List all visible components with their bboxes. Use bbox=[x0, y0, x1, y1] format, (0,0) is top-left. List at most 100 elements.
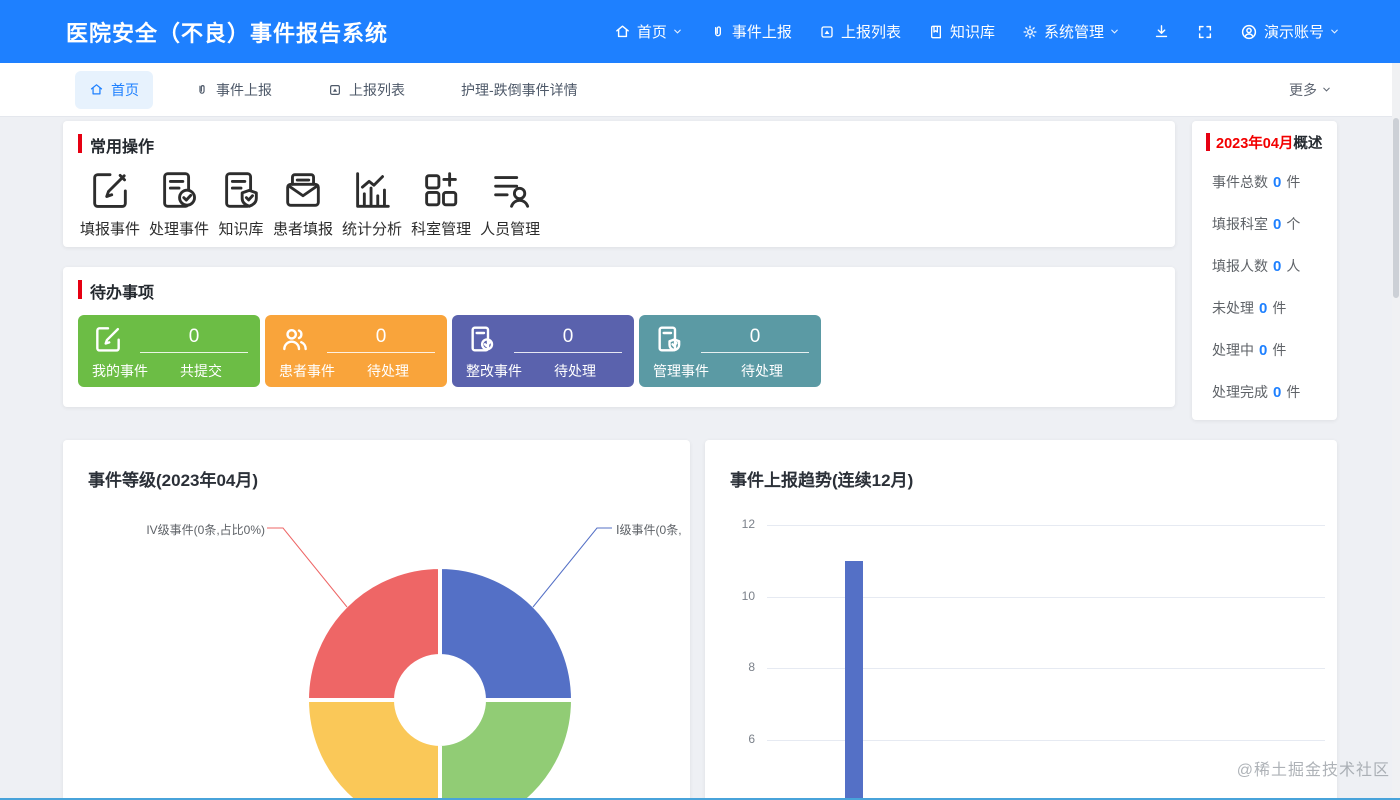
card-name: 我的事件 bbox=[92, 361, 154, 381]
event-level-donut-chart bbox=[63, 440, 690, 800]
card-top: 0 bbox=[92, 323, 248, 355]
chevron-down-icon bbox=[1109, 26, 1120, 37]
people-icon bbox=[279, 323, 311, 355]
card-top: 0 bbox=[466, 323, 622, 355]
todo-cards: 0 我的事件 共提交 0 患者事件 待处理 0 整改事件 bbox=[78, 315, 1160, 387]
tab-report-list[interactable]: 上报列表 bbox=[314, 71, 419, 109]
stat-row: 填报科室0个 bbox=[1212, 203, 1337, 245]
header-nav: 首页 事件上报 上报列表 知识库 系统管理 演示账号 bbox=[614, 0, 1340, 63]
scrollbar-thumb[interactable] bbox=[1393, 118, 1399, 298]
nav-item-report-list[interactable]: 上报列表 bbox=[819, 21, 901, 42]
pie-label-iv: IV级事件(0条,占比0%) bbox=[146, 521, 265, 538]
tabs-more-button[interactable]: 更多 bbox=[1289, 80, 1332, 100]
app-header: 医院安全（不良）事件报告系统 首页 事件上报 上报列表 知识库 系统管理 bbox=[0, 0, 1400, 63]
doc-check-icon bbox=[156, 167, 202, 213]
quick-item-department[interactable]: 科室管理 bbox=[411, 167, 471, 239]
tab-label: 首页 bbox=[111, 80, 139, 100]
tab-report-event[interactable]: 事件上报 bbox=[181, 71, 286, 109]
card-count: 0 bbox=[140, 326, 248, 353]
quick-item-fill-event[interactable]: 填报事件 bbox=[80, 167, 140, 239]
nav-item-home[interactable]: 首页 bbox=[614, 21, 683, 42]
y-axis-tick: 10 bbox=[721, 589, 755, 603]
nav-item-report-event[interactable]: 事件上报 bbox=[710, 21, 792, 42]
quick-item-personnel[interactable]: 人员管理 bbox=[480, 167, 540, 239]
trend-chart-panel: 事件上报趋势(连续12月) 12 10 8 6 bbox=[705, 440, 1337, 800]
todo-card-manage-events[interactable]: 0 管理事件 待处理 bbox=[639, 315, 821, 387]
tab-bar: 首页 事件上报 上报列表 护理-跌倒事件详情 更多 bbox=[0, 63, 1400, 117]
todo-card-my-events[interactable]: 0 我的事件 共提交 bbox=[78, 315, 260, 387]
quick-item-statistics[interactable]: 统计分析 bbox=[342, 167, 402, 239]
summary-stats: 事件总数0件 填报科室0个 填报人数0人 未处理0件 处理中0件 处理完成0件 bbox=[1212, 161, 1337, 413]
card-bottom: 患者事件 待处理 bbox=[279, 361, 435, 381]
tab-nursing-fall-detail[interactable]: 护理-跌倒事件详情 bbox=[447, 71, 592, 109]
scrollbar-track[interactable] bbox=[1392, 63, 1400, 800]
account-label: 演示账号 bbox=[1264, 21, 1324, 42]
bar-chart-title: 事件上报趋势(连续12月) bbox=[730, 466, 913, 491]
tab-label: 事件上报 bbox=[216, 80, 272, 100]
stat-row: 未处理0件 bbox=[1212, 287, 1337, 329]
account-menu[interactable]: 演示账号 bbox=[1240, 21, 1340, 42]
quick-item-handle-event[interactable]: 处理事件 bbox=[149, 167, 209, 239]
download-icon bbox=[1153, 23, 1170, 40]
book-icon bbox=[928, 24, 944, 40]
quick-item-patient-report[interactable]: 患者填报 bbox=[273, 167, 333, 239]
todo-card-rectify-events[interactable]: 0 整改事件 待处理 bbox=[452, 315, 634, 387]
edit-square-icon bbox=[87, 167, 133, 213]
stat-row: 事件总数0件 bbox=[1212, 161, 1337, 203]
stat-row: 处理完成0件 bbox=[1212, 371, 1337, 413]
card-count-label: 待处理 bbox=[528, 361, 622, 381]
stat-value: 0 bbox=[1273, 258, 1281, 275]
tab-home[interactable]: 首页 bbox=[75, 71, 153, 109]
chevron-down-icon bbox=[1321, 84, 1332, 95]
nav-label: 首页 bbox=[637, 21, 667, 42]
card-count: 0 bbox=[327, 326, 435, 353]
stat-row: 填报人数0人 bbox=[1212, 245, 1337, 287]
stats-chart-icon bbox=[349, 167, 395, 213]
doc-shield-icon bbox=[218, 167, 264, 213]
gear-icon bbox=[1022, 24, 1038, 40]
chevron-down-icon bbox=[1329, 26, 1340, 37]
card-top: 0 bbox=[653, 323, 809, 355]
quick-item-label: 填报事件 bbox=[80, 218, 140, 239]
card-count-label: 待处理 bbox=[341, 361, 435, 381]
home-icon bbox=[614, 23, 631, 40]
trend-bar bbox=[845, 561, 863, 800]
quick-actions-title: 常用操作 bbox=[78, 133, 1160, 157]
nav-label: 上报列表 bbox=[841, 21, 901, 42]
card-name: 管理事件 bbox=[653, 361, 715, 381]
app-title: 医院安全（不良）事件报告系统 bbox=[66, 16, 388, 48]
report-list-icon bbox=[819, 24, 835, 40]
card-name: 整改事件 bbox=[466, 361, 528, 381]
todo-card-patient-events[interactable]: 0 患者事件 待处理 bbox=[265, 315, 447, 387]
card-name: 患者事件 bbox=[279, 361, 341, 381]
quick-item-knowledge[interactable]: 知识库 bbox=[218, 167, 264, 239]
card-top: 0 bbox=[279, 323, 435, 355]
card-count: 0 bbox=[701, 326, 809, 353]
fullscreen-icon bbox=[1197, 24, 1213, 40]
paperclip-icon bbox=[710, 24, 726, 40]
report-list-icon bbox=[328, 83, 342, 97]
fullscreen-button[interactable] bbox=[1197, 24, 1213, 40]
red-accent-bar bbox=[1206, 133, 1210, 151]
pie-label-i: Ⅰ级事件(0条, bbox=[616, 521, 682, 538]
card-bottom: 整改事件 待处理 bbox=[466, 361, 622, 381]
stat-value: 0 bbox=[1259, 342, 1267, 359]
quick-actions-panel: 常用操作 填报事件 处理事件 知识库 患者填报 统计分析 科室管理 人员管理 bbox=[63, 121, 1175, 247]
quick-item-label: 人员管理 bbox=[480, 218, 540, 239]
home-icon bbox=[89, 82, 104, 97]
edit-square-icon bbox=[92, 323, 124, 355]
chevron-down-icon bbox=[672, 26, 683, 37]
card-bottom: 管理事件 待处理 bbox=[653, 361, 809, 381]
paperclip-icon bbox=[195, 83, 209, 97]
list-person-icon bbox=[487, 167, 533, 213]
download-button[interactable] bbox=[1153, 23, 1170, 40]
todo-title: 待办事项 bbox=[78, 279, 1160, 303]
stat-value: 0 bbox=[1259, 300, 1267, 317]
quick-item-label: 处理事件 bbox=[149, 218, 209, 239]
doc-shield-icon bbox=[653, 323, 685, 355]
stat-value: 0 bbox=[1273, 384, 1281, 401]
nav-item-system[interactable]: 系统管理 bbox=[1022, 21, 1120, 42]
nav-item-knowledge[interactable]: 知识库 bbox=[928, 21, 995, 42]
envelope-icon bbox=[280, 167, 326, 213]
card-count-label: 共提交 bbox=[154, 361, 248, 381]
